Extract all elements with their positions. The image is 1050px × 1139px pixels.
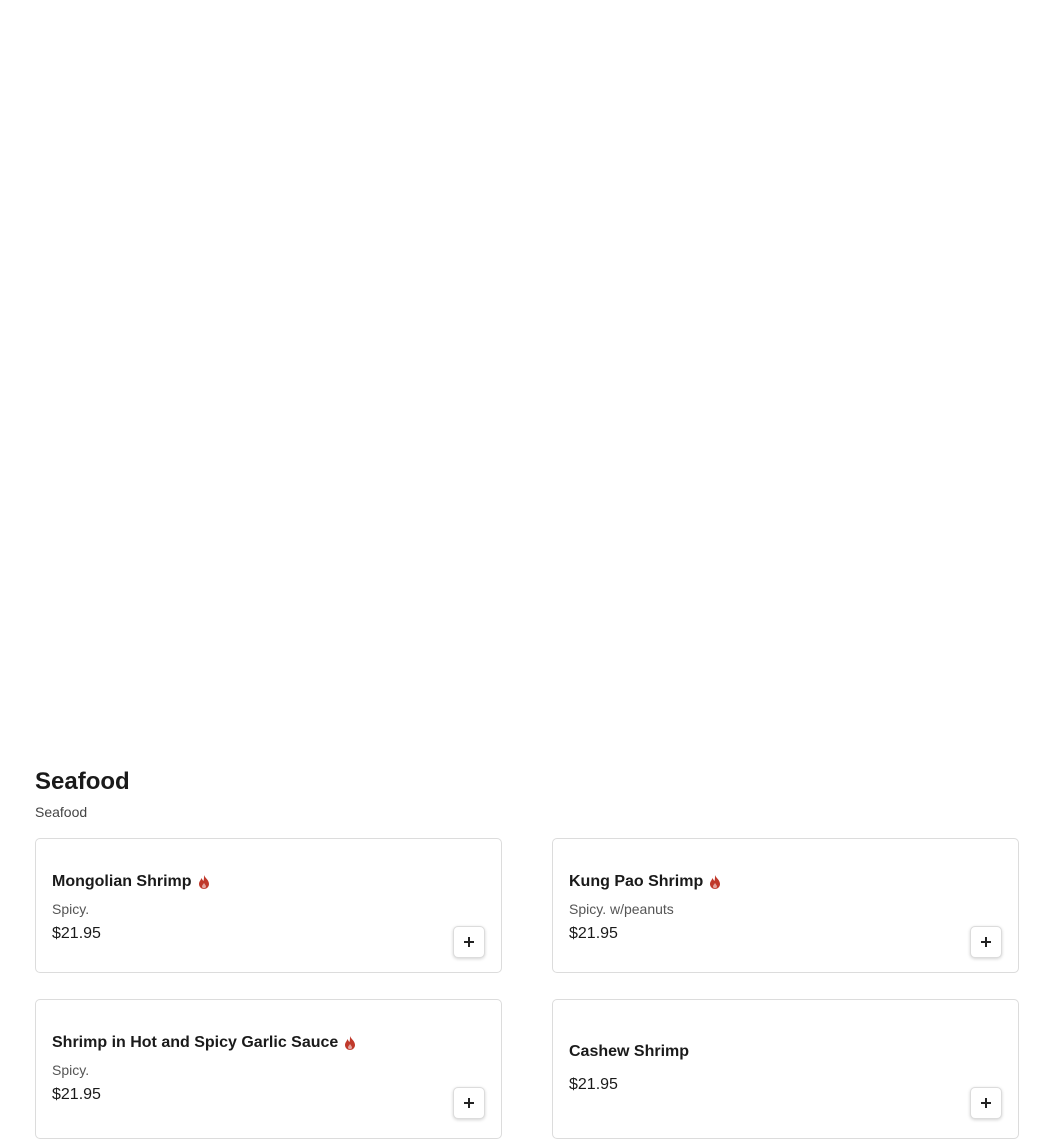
plus-icon [981, 1098, 991, 1108]
menu-item-description: Spicy. [52, 901, 90, 917]
menu-item-card[interactable]: Kung Pao Shrimp Spicy. w/peanuts $21.95 [552, 838, 1019, 973]
menu-item-name: Mongolian Shrimp [52, 873, 192, 890]
menu-item-price: $21.95 [569, 925, 618, 942]
add-item-button[interactable] [970, 926, 1002, 958]
menu-item-description: Spicy. [52, 1062, 90, 1078]
flame-icon [198, 875, 209, 889]
menu-item-name: Kung Pao Shrimp [569, 873, 704, 890]
plus-icon [464, 937, 474, 947]
menu-item-name-row: Kung Pao Shrimp [569, 872, 721, 892]
section-subtitle: Seafood [35, 804, 88, 820]
menu-item-price: $21.95 [52, 1086, 101, 1103]
add-item-button[interactable] [453, 926, 485, 958]
menu-item-description: Spicy. w/peanuts [569, 901, 674, 917]
menu-item-name: Shrimp in Hot and Spicy Garlic Sauce [52, 1034, 339, 1051]
seafood-section: Seafood Seafood Mongolian Shrimp Spicy. … [35, 765, 1021, 1139]
menu-item-price: $21.95 [569, 1076, 618, 1093]
menu-item-card[interactable]: Cashew Shrimp $21.95 [552, 999, 1019, 1139]
add-item-button[interactable] [970, 1087, 1002, 1119]
section-title: Seafood [35, 768, 130, 795]
plus-icon [464, 1098, 474, 1108]
flame-icon [345, 1036, 356, 1050]
menu-item-name-row: Cashew Shrimp [569, 1042, 689, 1062]
plus-icon [981, 937, 991, 947]
add-item-button[interactable] [453, 1087, 485, 1119]
flame-icon [710, 875, 721, 889]
menu-item-name: Cashew Shrimp [569, 1043, 690, 1060]
menu-item-card[interactable]: Shrimp in Hot and Spicy Garlic Sauce Spi… [35, 999, 502, 1139]
menu-item-price: $21.95 [52, 925, 101, 942]
menu-item-card[interactable]: Mongolian Shrimp Spicy. $21.95 [35, 838, 502, 973]
menu-item-name-row: Mongolian Shrimp [52, 872, 210, 892]
menu-item-name-row: Shrimp in Hot and Spicy Garlic Sauce [52, 1033, 356, 1053]
